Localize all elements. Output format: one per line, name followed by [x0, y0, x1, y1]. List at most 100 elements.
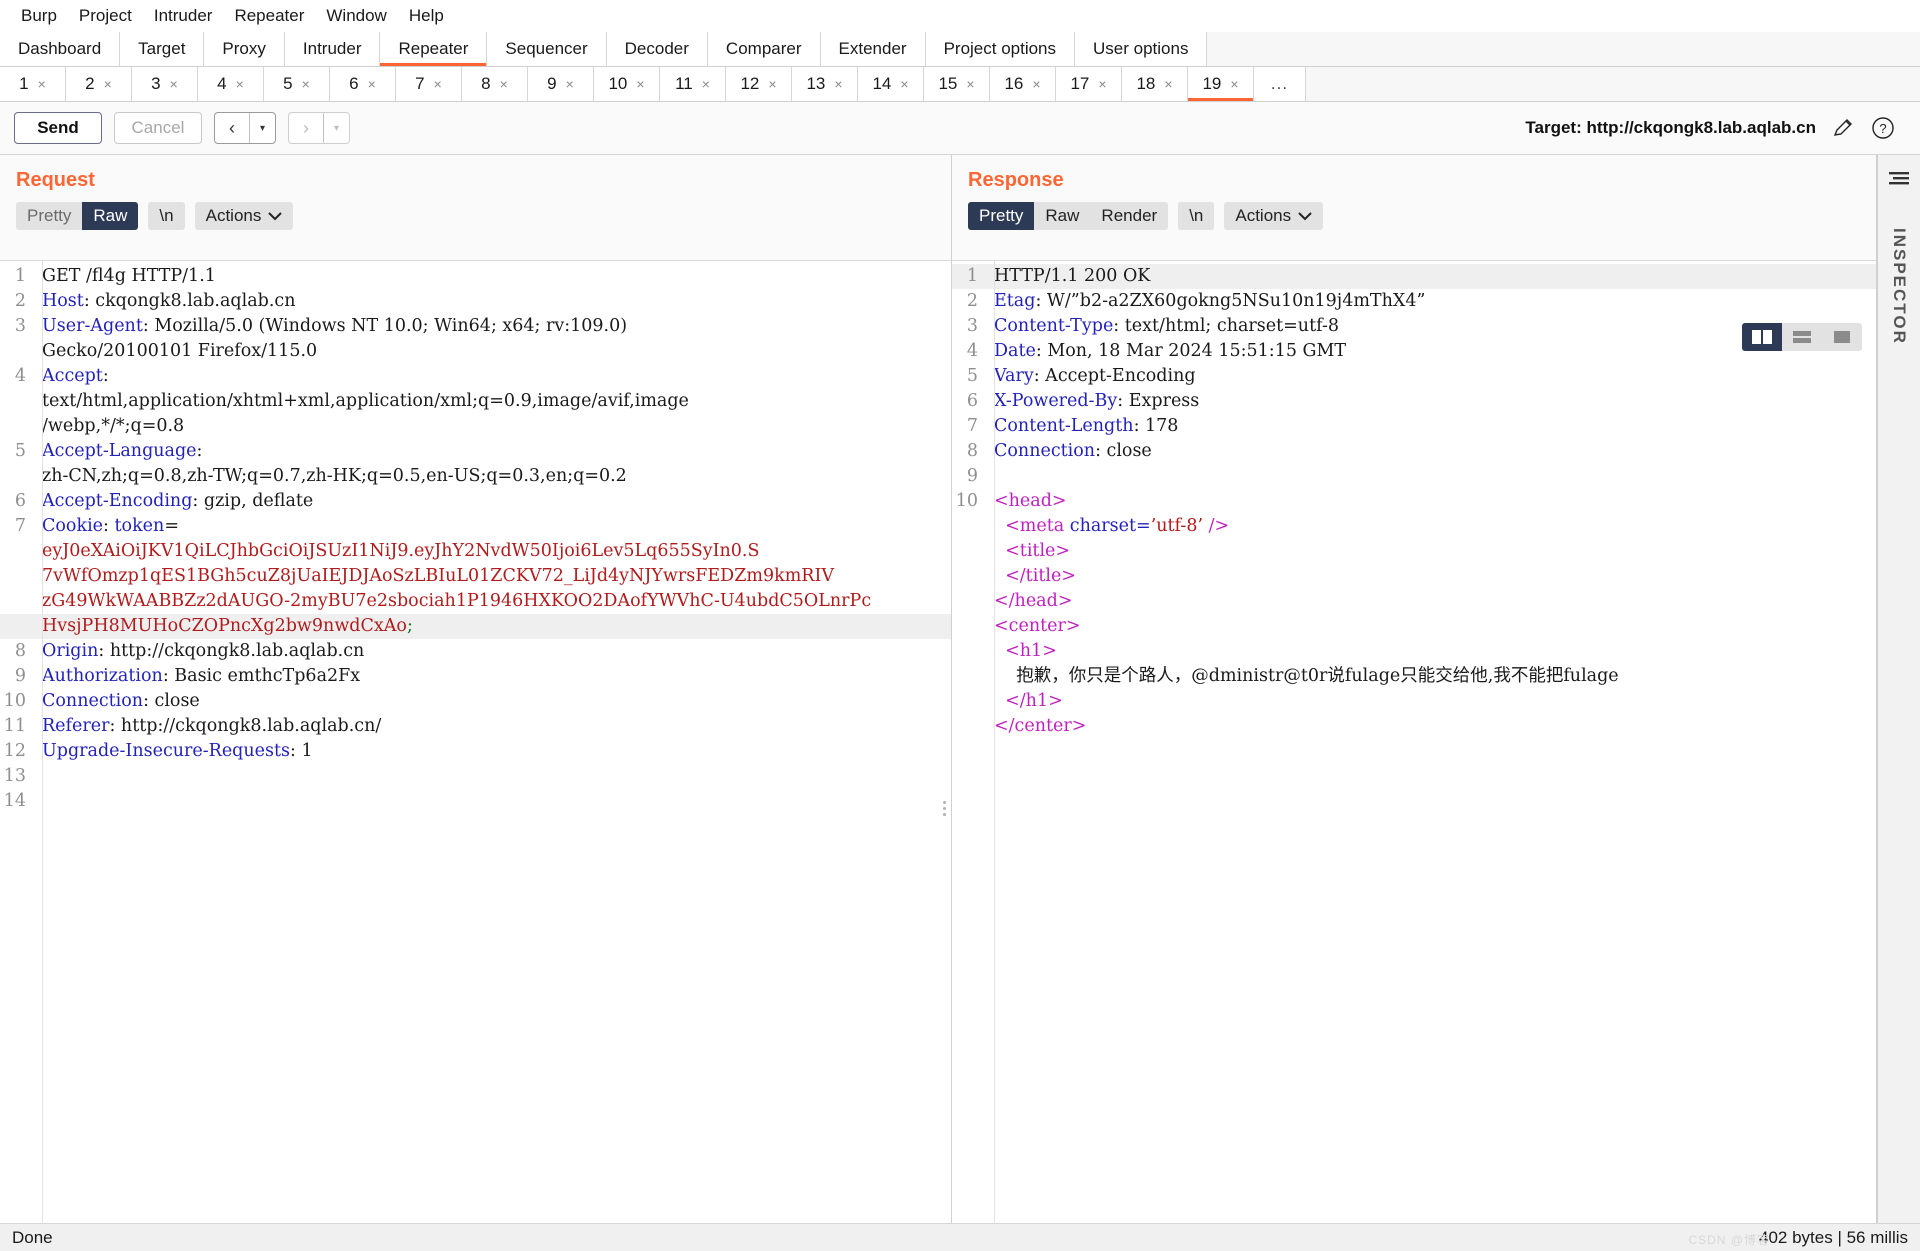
close-icon[interactable]: × — [702, 76, 710, 92]
repeater-tab-6[interactable]: 6 × — [330, 67, 396, 101]
close-icon[interactable]: × — [236, 76, 244, 92]
close-icon[interactable]: × — [566, 76, 574, 92]
request-line-content[interactable]: zh-CN,zh;q=0.8,zh-TW;q=0.7,zh-HK;q=0.5,e… — [34, 464, 951, 489]
tab-sequencer[interactable]: Sequencer — [487, 32, 607, 66]
pencil-icon[interactable] — [1830, 115, 1856, 141]
request-line-content[interactable]: HvsjPH8MUHoCZOPncXg2bw9nwdCxAo; — [34, 614, 951, 639]
repeater-tab-7[interactable]: 7 × — [396, 67, 462, 101]
repeater-tab-4[interactable]: 4 × — [198, 67, 264, 101]
request-line-content[interactable]: /webp,*/*;q=0.8 — [34, 414, 951, 439]
request-line-content[interactable]: text/html,application/xhtml+xml,applicat… — [34, 389, 951, 414]
tab-user-options[interactable]: User options — [1075, 32, 1208, 66]
response-actions-button[interactable]: Actions — [1224, 202, 1324, 230]
repeater-tab-19[interactable]: 19 × — [1188, 67, 1254, 101]
response-line-content[interactable]: </head> — [986, 589, 1876, 614]
response-raw-button[interactable]: Raw — [1034, 202, 1091, 230]
response-editor[interactable]: 1 HTTP/1.1 200 OK 2 Etag: W/”b2-a2ZX60gokng… — [952, 260, 1876, 1251]
send-button[interactable]: Send — [14, 112, 102, 144]
single-pane-icon[interactable] — [1822, 323, 1862, 351]
request-raw-button[interactable]: Raw — [82, 202, 139, 230]
menu-item-help[interactable]: Help — [398, 4, 455, 28]
close-icon[interactable]: × — [1164, 76, 1172, 92]
help-icon[interactable]: ? — [1870, 115, 1896, 141]
tab-decoder[interactable]: Decoder — [606, 32, 708, 66]
response-line-content[interactable]: Vary: Accept-Encoding — [986, 364, 1876, 389]
close-icon[interactable]: × — [834, 76, 842, 92]
close-icon[interactable]: × — [38, 76, 46, 92]
response-line-content[interactable]: <head> — [986, 489, 1876, 514]
close-icon[interactable]: × — [636, 76, 644, 92]
response-line-content[interactable]: </h1> — [986, 689, 1876, 714]
request-line-content[interactable]: Connection: close — [34, 689, 951, 714]
request-line-content[interactable]: eyJ0eXAiOiJKV1QiLCJhbGciOiJSUzI1NiJ9.eyJ… — [34, 539, 951, 564]
response-line-content[interactable]: 抱歉，你只是个路人，@dministr@t0r说fulage只能交给他,我不能把… — [986, 664, 1876, 689]
repeater-tab-9[interactable]: 9 × — [528, 67, 594, 101]
repeater-tab-10[interactable]: 10 × — [594, 67, 660, 101]
tab-extender[interactable]: Extender — [820, 32, 926, 66]
repeater-tab-14[interactable]: 14 × — [858, 67, 924, 101]
chevron-right-icon[interactable]: › — [289, 113, 323, 143]
response-line-content[interactable]: HTTP/1.1 200 OK — [986, 264, 1876, 289]
repeater-tab-17[interactable]: 17 × — [1056, 67, 1122, 101]
response-line-content[interactable]: </title> — [986, 564, 1876, 589]
response-line-content[interactable]: <title> — [986, 539, 1876, 564]
request-line-content[interactable]: Referer: http://ckqongk8.lab.aqlab.cn/ — [34, 714, 951, 739]
response-render-button[interactable]: Render — [1090, 202, 1169, 230]
request-line-content[interactable]: Host: ckqongk8.lab.aqlab.cn — [34, 289, 951, 314]
repeater-tab-2[interactable]: 2 × — [66, 67, 132, 101]
tab-comparer[interactable]: Comparer — [707, 32, 821, 66]
response-newline-button[interactable]: \n — [1178, 202, 1215, 230]
repeater-tab-12[interactable]: 12 × — [726, 67, 792, 101]
repeater-tab-overflow[interactable]: ... — [1254, 67, 1306, 101]
request-line-content[interactable]: Accept: — [34, 364, 951, 389]
inspector-column[interactable]: INSPECTOR — [1877, 155, 1920, 1251]
request-actions-button[interactable]: Actions — [194, 202, 294, 230]
request-line-content[interactable]: Gecko/20100101 Firefox/115.0 — [34, 339, 951, 364]
response-line-content[interactable]: Etag: W/”b2-a2ZX60gokng5NSu10n19j4mThX4” — [986, 289, 1876, 314]
split-horizontal-icon[interactable] — [1782, 323, 1822, 351]
tab-intruder[interactable]: Intruder — [284, 32, 381, 66]
tab-proxy[interactable]: Proxy — [204, 32, 285, 66]
repeater-tab-5[interactable]: 5 × — [264, 67, 330, 101]
close-icon[interactable]: × — [966, 76, 974, 92]
tab-target[interactable]: Target — [120, 32, 205, 66]
close-icon[interactable]: × — [302, 76, 310, 92]
close-icon[interactable]: × — [368, 76, 376, 92]
menu-item-project[interactable]: Project — [68, 4, 143, 28]
request-line-content[interactable]: GET /fl4g HTTP/1.1 — [34, 264, 951, 289]
response-code-body[interactable]: 1 HTTP/1.1 200 OK 2 Etag: W/”b2-a2ZX60gokng… — [952, 261, 1876, 739]
response-line-content[interactable]: Connection: close — [986, 439, 1876, 464]
close-icon[interactable]: × — [1032, 76, 1040, 92]
repeater-tab-11[interactable]: 11 × — [660, 67, 726, 101]
close-icon[interactable]: × — [768, 76, 776, 92]
close-icon[interactable]: × — [104, 76, 112, 92]
repeater-tab-16[interactable]: 16 × — [990, 67, 1056, 101]
response-line-content[interactable]: <h1> — [986, 639, 1876, 664]
request-editor[interactable]: 1 GET /fl4g HTTP/1.1 2 Host: ckqongk8.lab.a… — [0, 260, 951, 1251]
response-line-content[interactable]: </center> — [986, 714, 1876, 739]
chevron-down-icon-forward[interactable]: ▾ — [323, 113, 349, 143]
request-line-content[interactable]: Cookie: token= — [34, 514, 951, 539]
menu-item-window[interactable]: Window — [315, 4, 397, 28]
chevron-left-icon[interactable]: ‹ — [215, 113, 249, 143]
response-line-content[interactable]: <meta charset=’utf-8’ /> — [986, 514, 1876, 539]
split-vertical-icon[interactable] — [1742, 323, 1782, 351]
menu-item-repeater[interactable]: Repeater — [223, 4, 315, 28]
go-back-split-button[interactable]: ‹ ▾ — [214, 112, 276, 144]
request-line-content[interactable]: User-Agent: Mozilla/5.0 (Windows NT 10.0… — [34, 314, 951, 339]
response-pretty-button[interactable]: Pretty — [968, 202, 1035, 230]
response-line-content[interactable]: <center> — [986, 614, 1876, 639]
menu-item-intruder[interactable]: Intruder — [143, 4, 224, 28]
close-icon[interactable]: × — [500, 76, 508, 92]
close-icon[interactable]: × — [170, 76, 178, 92]
request-line-content[interactable]: zG49WkWAABBZz2dAUGO-2myBU7e2sbociah1P194… — [34, 589, 951, 614]
request-line-content[interactable]: Origin: http://ckqongk8.lab.aqlab.cn — [34, 639, 951, 664]
request-line-content[interactable]: Authorization: Basic emthcTp6a2Fx — [34, 664, 951, 689]
close-icon[interactable]: × — [1098, 76, 1106, 92]
tab-project-options[interactable]: Project options — [925, 32, 1076, 66]
cancel-button[interactable]: Cancel — [114, 112, 202, 144]
repeater-tab-13[interactable]: 13 × — [792, 67, 858, 101]
repeater-tab-3[interactable]: 3 × — [132, 67, 198, 101]
close-icon[interactable]: × — [1230, 76, 1238, 92]
chevron-down-icon[interactable]: ▾ — [249, 113, 275, 143]
